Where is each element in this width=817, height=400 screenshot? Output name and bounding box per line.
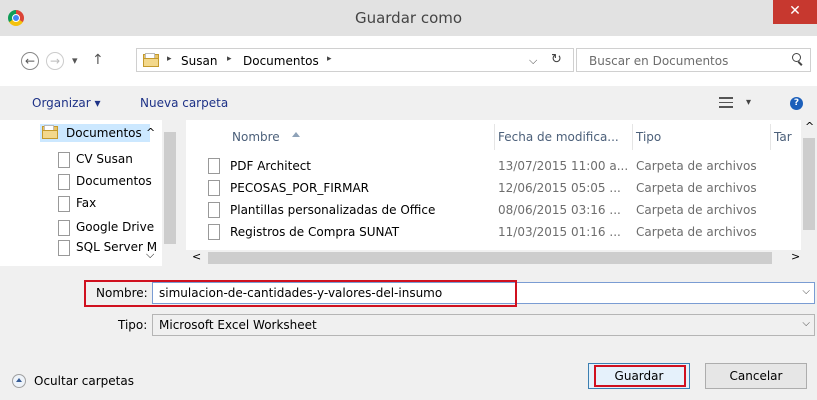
scroll-right-button[interactable]: >: [791, 250, 800, 263]
window-title: Guardar como: [354, 9, 463, 27]
folder-icon: [208, 158, 220, 174]
folder-icon: [143, 53, 159, 67]
filetype-label: Tipo:: [118, 318, 148, 332]
tree-item-documentos-root[interactable]: Documentos: [40, 124, 150, 142]
pane-splitter[interactable]: [178, 120, 186, 266]
collapse-folders-icon[interactable]: [12, 374, 26, 388]
tree-item-label: SQL Server M: [76, 240, 158, 254]
file-name: PDF Architect: [230, 159, 311, 173]
column-header-type[interactable]: Tipo: [636, 130, 661, 144]
search-icon[interactable]: [792, 53, 802, 63]
highlight-save: [594, 365, 686, 387]
filetype-select[interactable]: Microsoft Excel Worksheet ⌵: [152, 314, 815, 336]
sidebar-scrollbar[interactable]: [162, 120, 178, 266]
vertical-scroll-thumb[interactable]: [803, 138, 815, 230]
file-name: Registros de Compra SUNAT: [230, 225, 400, 239]
file-date: 11/03/2015 01:16 ...: [498, 225, 621, 239]
table-row[interactable]: Registros de Compra SUNAT 11/03/2015 01:…: [186, 222, 817, 244]
tree-item-label: Google Drive: [76, 220, 155, 234]
address-bar[interactable]: ▸ Susan ▸ Documentos ▸ ⌵ ↻: [136, 48, 574, 72]
tree-item-label: Fax: [76, 196, 97, 210]
sidebar-scroll-thumb[interactable]: [164, 132, 176, 244]
breadcrumb-separator: ▸: [327, 54, 332, 64]
forward-button[interactable]: →: [46, 52, 64, 70]
scroll-up-button[interactable]: ^: [805, 120, 814, 133]
file-type: Carpeta de archivos: [636, 225, 757, 239]
tree-item-label: CV Susan: [76, 152, 133, 166]
organize-menu[interactable]: Organizar ▾: [32, 96, 101, 110]
new-folder-button[interactable]: Nueva carpeta: [140, 96, 228, 110]
file-icon: [58, 196, 70, 212]
command-toolbar: Organizar ▾ Nueva carpeta ▾ ?: [0, 86, 817, 120]
breadcrumb-separator: ▸: [167, 54, 172, 64]
file-list-horizontal-scrollbar[interactable]: < >: [186, 250, 817, 266]
navigation-bar: ← → ▾ ↑ ▸ Susan ▸ Documentos ▸ ⌵ ↻ Busca…: [0, 36, 817, 86]
search-placeholder: Buscar en Documentos: [589, 54, 729, 68]
close-button[interactable]: ✕: [773, 0, 817, 24]
file-type: Carpeta de archivos: [636, 159, 757, 173]
save-form: Nombre: simulacion-de-cantidades-y-valor…: [0, 266, 817, 400]
folder-icon: [208, 180, 220, 196]
search-box[interactable]: Buscar en Documentos: [576, 48, 811, 72]
expand-icon[interactable]: ⌵: [146, 248, 154, 262]
file-icon: [58, 240, 70, 256]
file-icon: [58, 174, 70, 190]
table-row[interactable]: Plantillas personalizadas de Office 08/0…: [186, 200, 817, 222]
file-name: Plantillas personalizadas de Office: [230, 203, 436, 217]
title-bar: Guardar como ✕: [0, 0, 817, 36]
folder-icon: [208, 224, 220, 240]
view-options-icon[interactable]: [719, 97, 733, 108]
recent-locations-button[interactable]: ▾: [72, 54, 78, 67]
file-date: 12/06/2015 05:05 ...: [498, 181, 621, 195]
tree-item-label: Documentos: [76, 174, 152, 188]
file-list: Nombre Fecha de modifica... Tipo Tar PDF…: [186, 120, 817, 266]
address-dropdown-button[interactable]: ⌵: [529, 54, 537, 68]
file-icon: [58, 220, 70, 236]
file-date: 08/06/2015 03:16 ...: [498, 203, 621, 217]
sort-ascending-icon: [292, 132, 300, 137]
file-type: Carpeta de archivos: [636, 181, 757, 195]
breadcrumb-susan[interactable]: Susan: [181, 54, 217, 68]
column-header-name[interactable]: Nombre: [232, 130, 300, 144]
collapse-icon[interactable]: ^: [146, 126, 155, 139]
table-row[interactable]: PECOSAS_POR_FIRMAR 12/06/2015 05:05 ... …: [186, 178, 817, 200]
file-icon: [58, 152, 70, 168]
file-date: 13/07/2015 11:00 a...: [498, 159, 629, 173]
horizontal-scroll-thumb[interactable]: [208, 252, 772, 264]
filetype-value: Microsoft Excel Worksheet: [159, 318, 317, 332]
hide-folders-link[interactable]: Ocultar carpetas: [34, 374, 134, 388]
highlight-filename: [84, 280, 517, 307]
folder-icon: [42, 125, 58, 139]
navigation-pane: Documentos ^ CV Susan Documentos Fax Goo…: [0, 120, 178, 266]
column-header-date[interactable]: Fecha de modifica...: [498, 130, 619, 144]
file-list-vertical-scrollbar[interactable]: ^: [801, 120, 817, 250]
scroll-left-button[interactable]: <: [192, 250, 201, 263]
breadcrumb-separator: ▸: [227, 54, 232, 64]
save-as-dialog: Guardar como ✕ ← → ▾ ↑ ▸ Susan ▸ Documen…: [0, 0, 817, 400]
cancel-button[interactable]: Cancelar: [705, 363, 807, 389]
breadcrumb-documentos[interactable]: Documentos: [243, 54, 319, 68]
file-type: Carpeta de archivos: [636, 203, 757, 217]
up-button[interactable]: ↑: [92, 52, 104, 68]
filename-history-dropdown[interactable]: ⌵: [802, 286, 810, 297]
filetype-dropdown[interactable]: ⌵: [802, 318, 810, 329]
help-icon[interactable]: ?: [790, 97, 803, 110]
table-row[interactable]: PDF Architect 13/07/2015 11:00 a... Carp…: [186, 156, 817, 178]
refresh-button[interactable]: ↻: [551, 52, 562, 67]
tree-item-label: Documentos: [66, 126, 142, 140]
view-dropdown-button[interactable]: ▾: [746, 97, 751, 108]
file-name: PECOSAS_POR_FIRMAR: [230, 181, 370, 195]
column-header-size[interactable]: Tar: [774, 130, 792, 144]
folder-icon: [208, 202, 220, 218]
back-button[interactable]: ←: [21, 52, 39, 70]
